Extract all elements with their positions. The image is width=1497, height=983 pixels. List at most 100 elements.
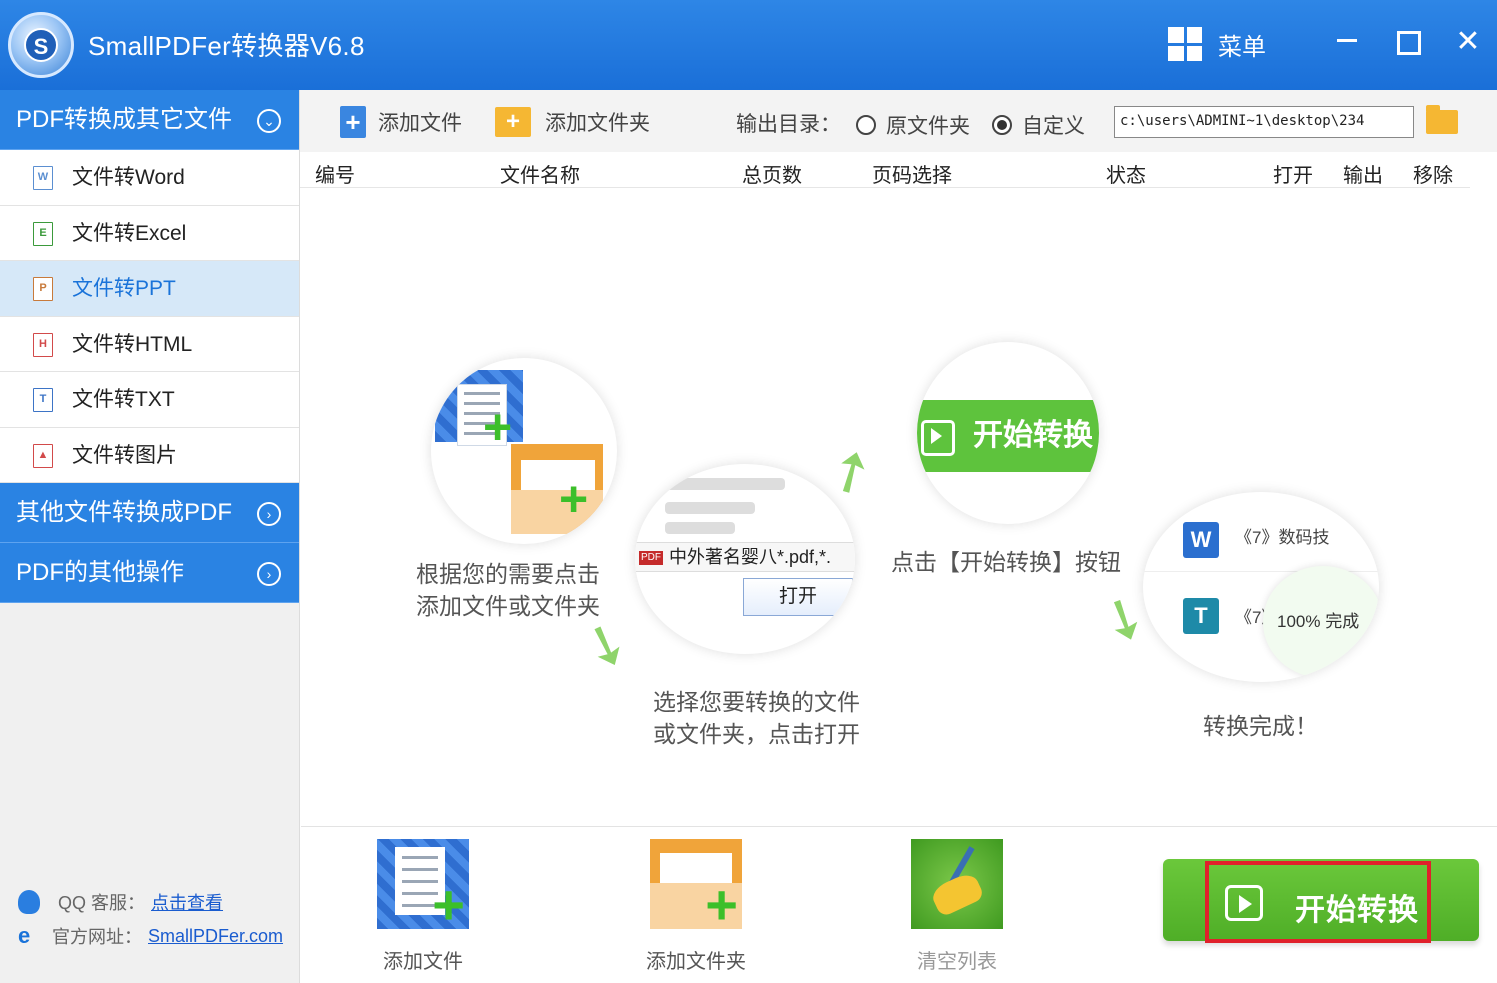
col-open: 打开 [1273, 165, 1313, 187]
pdf-icon: PDF [639, 551, 663, 566]
sidebar-item-label: 文件转TXT [72, 388, 175, 411]
col-status: 状态 [1106, 165, 1146, 187]
radio-custom[interactable]: 自定义 [992, 110, 1085, 140]
step2-illustration: PDF 中外著名婴八*.pdf,*. 打开 [635, 464, 855, 654]
result-row: 《7》数码技 [1143, 512, 1379, 572]
start-convert-label: 开始转换 [1295, 894, 1419, 927]
close-button[interactable]: ✕ [1446, 22, 1490, 62]
chevron-right-icon: › [257, 562, 281, 586]
add-folder-icon [495, 107, 531, 137]
sidebar-item-label: 文件转Excel [72, 221, 187, 245]
chevron-right-icon: › [257, 502, 281, 526]
sidebar: PDF转换成其它文件 ⌄ W 文件转Word E 文件转Excel P 文件转P… [0, 90, 300, 983]
add-file-label: 添加文件 [378, 112, 462, 135]
step1-illustration: + + [431, 358, 617, 544]
bottom-add-folder-label: 添加文件夹 [646, 951, 746, 973]
sidebar-item-txt[interactable]: T 文件转TXT [0, 372, 299, 428]
step2-text: 选择您要转换的文件 或文件夹，点击打开 [653, 689, 860, 747]
dialog-file-row: PDF 中外著名婴八*.pdf,*. [635, 542, 855, 572]
app-title: SmallPDFer转换器V6.8 [88, 31, 365, 61]
step3-text: 点击【开始转换】按钮 [891, 549, 1121, 575]
logo-letter: S [24, 28, 58, 62]
chevron-down-icon: ⌄ [257, 109, 281, 133]
output-path-field[interactable]: c:\users\ADMINI~1\desktop\234 [1114, 106, 1414, 138]
blurred-row [665, 478, 785, 490]
folder-icon [511, 444, 603, 534]
step1-text: 根据您的需要点击 添加文件或文件夹 [416, 561, 600, 619]
start-button-demo: 开始转换 [917, 400, 1099, 472]
radio-label: 原文件夹 [886, 115, 970, 138]
radio-circle [856, 115, 876, 135]
col-filename: 文件名称 [500, 165, 580, 187]
bottom-add-file-button[interactable]: + 添加文件 [377, 839, 469, 974]
col-output: 输出 [1343, 165, 1383, 187]
col-pages: 总页数 [742, 165, 802, 187]
section-label: PDF的其他操作 [16, 559, 184, 586]
sidebar-section-other-to-pdf[interactable]: 其他文件转换成PDF › [0, 483, 299, 543]
step3-illustration: 开始转换 [917, 342, 1099, 524]
highlight-box: 开始转换 [1205, 861, 1431, 943]
title-bar: S SmallPDFer转换器V6.8 菜单 ✕ [0, 0, 1497, 90]
bottom-add-folder-button[interactable]: + 添加文件夹 [641, 839, 751, 974]
blurred-row [665, 502, 755, 514]
html-file-icon: H [33, 332, 53, 357]
col-remove: 移除 [1413, 165, 1453, 187]
col-page-select: 页码选择 [872, 165, 952, 187]
ppt-file-icon: P [33, 277, 53, 301]
section-label: PDF转换成其它文件 [16, 106, 232, 133]
minimize-button[interactable] [1325, 22, 1369, 62]
maximize-button[interactable] [1384, 22, 1428, 62]
sidebar-item-label: 文件转HTML [72, 332, 193, 356]
word-file-icon: W [33, 166, 53, 190]
sidebar-item-label: 文件转PPT [72, 277, 176, 300]
radio-circle-selected [992, 115, 1012, 135]
add-file-icon: + [377, 839, 469, 933]
guide-illustration: + + 根据您的需要点击 添加文件或文件夹 ➘ PDF 中外著名婴八*.pdf,*… [301, 188, 1497, 826]
add-file-button[interactable]: 添加文件 [340, 104, 462, 140]
output-dir-label: 输出目录： [736, 113, 841, 136]
sidebar-item-word[interactable]: W 文件转Word [0, 150, 299, 206]
sidebar-item-label: 文件转Word [72, 166, 185, 189]
add-folder-icon: + [650, 839, 742, 933]
sidebar-item-ppt[interactable]: P 文件转PPT [0, 261, 299, 317]
clear-list-button[interactable]: 清空列表 [907, 839, 1007, 974]
start-convert-button[interactable]: 开始转换 [1163, 859, 1479, 943]
grid-icon [1168, 27, 1202, 61]
add-folder-button[interactable]: 添加文件夹 [495, 104, 650, 140]
col-number: 编号 [315, 165, 355, 187]
radio-original-folder[interactable]: 原文件夹 [856, 110, 970, 140]
add-file-icon [340, 106, 366, 138]
menu-label: 菜单 [1218, 33, 1266, 61]
sidebar-footer: QQ 客服： 点击查看 e 官方网址： SmallPDFer.com [18, 885, 283, 953]
sidebar-section-pdf-other-ops[interactable]: PDF的其他操作 › [0, 543, 299, 603]
plus-icon: + [559, 471, 589, 527]
done-status: 100% 完成 [1263, 566, 1379, 678]
bottom-add-file-label: 添加文件 [383, 951, 463, 973]
sidebar-item-image[interactable]: ▲ 文件转图片 [0, 427, 299, 483]
site-label: 官方网址： [52, 927, 142, 947]
radio-label: 自定义 [1022, 115, 1085, 138]
browser-icon: e [18, 923, 31, 948]
step4-text: 转换完成！ [1203, 713, 1318, 739]
qq-icon [18, 890, 40, 914]
sidebar-section-pdf-to-other[interactable]: PDF转换成其它文件 ⌄ [0, 90, 299, 150]
sidebar-item-excel[interactable]: E 文件转Excel [0, 205, 299, 261]
blurred-row [665, 522, 735, 534]
site-link[interactable]: SmallPDFer.com [148, 926, 283, 947]
txt-file-icon: T [33, 388, 53, 412]
toolbar: 添加文件 添加文件夹 输出目录： 原文件夹 自定义 c:\users\ADMIN… [300, 90, 1497, 152]
broom-icon [911, 839, 1003, 929]
sidebar-item-label: 文件转图片 [72, 443, 177, 467]
menu-button[interactable]: 菜单 [1168, 26, 1266, 62]
add-folder-label: 添加文件夹 [545, 112, 650, 135]
plus-icon: + [483, 399, 513, 455]
excel-file-icon: E [33, 221, 53, 246]
clear-list-label: 清空列表 [917, 951, 997, 973]
step4-illustration: W 《7》数码技 T 《7》 100% 完成 [1143, 492, 1379, 682]
qq-link[interactable]: 点击查看 [151, 889, 223, 915]
browse-folder-icon[interactable] [1426, 105, 1458, 134]
section-label: 其他文件转换成PDF [16, 499, 232, 526]
image-file-icon: ▲ [33, 443, 53, 468]
sidebar-item-html[interactable]: H 文件转HTML [0, 316, 299, 372]
file-table-header: 编号 文件名称 总页数 页码选择 状态 打开 输出 移除 [300, 152, 1470, 188]
